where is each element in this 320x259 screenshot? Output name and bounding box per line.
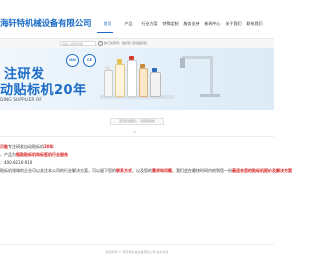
footer-divider (0, 244, 274, 245)
slider-pager[interactable]: 01 (133, 130, 137, 134)
nav-item-custom[interactable]: 特殊定制 (160, 18, 181, 30)
site-footer: 版权所有 © 海轩特机械设备有限公司 技术支持 (105, 250, 169, 254)
bottle-cap-image (116, 59, 122, 64)
labeler-base-image (200, 94, 220, 97)
banner-notice: 首页轮播图片，请按需替换 (110, 118, 164, 125)
intro-text: 专注研发自动贴标机 (8, 144, 44, 149)
intro-line-4: 贴标机领域的企业可以关注本公司的行业解决方案，可以留下您的联系方式，以及您的需求… (0, 167, 292, 175)
nav-item-products[interactable]: 产品 (118, 18, 139, 30)
nav-item-home[interactable]: 首页 (97, 18, 118, 30)
nav-active-indicator (97, 32, 113, 33)
banner-subtitle: DING SUPPLIER OF (0, 98, 43, 103)
ce-badge: CE (83, 54, 96, 67)
site-header: 海轩特机械设备有限公司 首页 产品 行业方案 特殊定制 服务支持 新闻中心 关于… (0, 0, 274, 38)
hot-keywords[interactable]: 热门关键词：贴标机 自动贴标机 (104, 41, 147, 46)
bottle-image (104, 70, 113, 97)
needs-highlight: 需求和问题 (152, 168, 172, 173)
labeler-arm-image (182, 56, 212, 59)
contact-highlight: 联系方式 (116, 168, 132, 173)
quote-highlight: 最适合您的贴标机报价及解决方案 (232, 168, 292, 173)
bottle-cap-image (105, 66, 110, 70)
intro-line-2: ，产品为瓶贴贴标机和标签机行业服务 (0, 151, 274, 159)
phone-text: ：400-8216-910 (0, 160, 33, 165)
bottle-cap-image (152, 68, 157, 72)
intro-text: 贴标机领域 (0, 168, 20, 173)
intro-line-1: 贝能专注研发自动贴标机20年 (0, 143, 274, 151)
nav-item-service[interactable]: 服务支持 (181, 18, 202, 30)
labeler-head-image (180, 58, 185, 68)
banner-headline-2: 动贴标机20年 (0, 83, 87, 98)
bottle-image (127, 60, 137, 97)
hero-banner[interactable]: 注研发 动贴标机20年 DING SUPPLIER OF ISO CE (0, 48, 274, 110)
bottle-image (115, 64, 125, 97)
service-highlight: 瓶贴贴标机和标签机行业服务 (16, 152, 68, 157)
labeler-post-image (210, 56, 213, 96)
section-divider (0, 136, 274, 137)
nav-item-news[interactable]: 新闻中心 (202, 18, 223, 30)
bottle-cap-image (140, 64, 145, 68)
brand-highlight: 贝能 (0, 144, 8, 149)
nav-item-solutions[interactable]: 行业方案 (139, 18, 160, 30)
bottle-image (139, 68, 148, 97)
iso-badge: ISO (66, 54, 79, 67)
company-logo-text[interactable]: 海轩特机械设备有限公司 (0, 17, 92, 29)
search-input[interactable]: 请输入搜索内容 (60, 40, 96, 46)
intro-text: ，产品为 (0, 152, 16, 157)
nav-item-contact[interactable]: 联系我们 (244, 18, 265, 30)
search-icon[interactable] (98, 41, 103, 46)
nav-item-about[interactable]: 关于我们 (223, 18, 244, 30)
main-nav: 首页 产品 行业方案 特殊定制 服务支持 新闻中心 关于我们 联系我们 (97, 18, 265, 30)
intro-text: 的企业可以关注本公司的行业解决方案，可以留下您的 (20, 168, 116, 173)
bottle-cap-image (128, 56, 134, 60)
intro-section: 贝能专注研发自动贴标机20年 ，产品为瓶贴贴标机和标签机行业服务 ：400-82… (0, 143, 292, 175)
bottle-image (150, 72, 161, 97)
intro-line-3: ：400-8216-910 (0, 159, 274, 167)
years-highlight: 20年 (44, 144, 54, 149)
intro-text: ，以及您的 (132, 168, 152, 173)
intro-text: ，我们会在最快时间内给到您一份 (172, 168, 232, 173)
